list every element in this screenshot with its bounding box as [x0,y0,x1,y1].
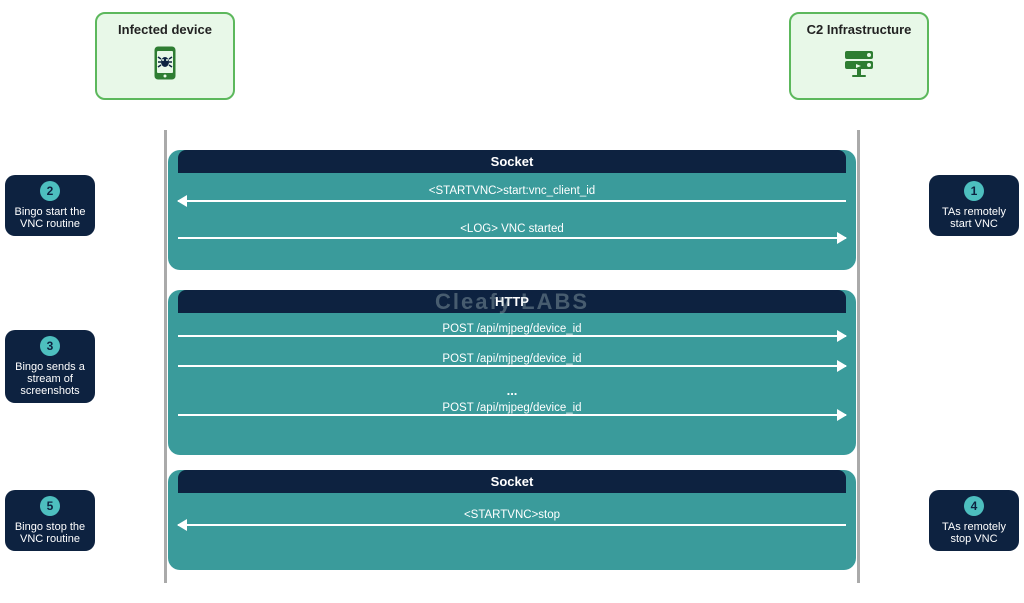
arrow-post-2: POST /api/mjpeg/device_id [178,353,846,379]
c2-infrastructure-title: C2 Infrastructure [801,22,917,37]
arrow-post-1: POST /api/mjpeg/device_id [178,323,846,349]
side-note-1-text: TAs remotely start VNC [937,206,1011,230]
post-1-label: POST /api/mjpeg/device_id [178,323,846,335]
side-note-3-text: Bingo sends a stream of screenshots [13,361,87,397]
side-note-3-num: 3 [40,336,60,356]
startvnc-stop-label: <STARTVNC>stop [178,509,846,521]
c2-infrastructure-box: C2 Infrastructure [789,12,929,100]
side-note-5: 5 Bingo stop the VNC routine [5,490,95,551]
right-vertical-line [857,130,860,583]
log-vnc-label: <LOG> VNC started [178,223,846,235]
arrow-startvnc-stop: <STARTVNC>stop [178,509,846,541]
infected-device-title: Infected device [107,22,223,37]
side-note-3: 3 Bingo sends a stream of screenshots [5,330,95,403]
arrow-startvnc-start: <STARTVNC>start:vnc_client_id [178,185,846,217]
c2-infrastructure-icon [801,43,917,90]
arrow-log-vnc: <LOG> VNC started [178,223,846,253]
post-2-label: POST /api/mjpeg/device_id [178,353,846,365]
ellipsis-label: ... [178,383,846,398]
http-block: HTTP POST /api/mjpeg/device_id POST /api… [168,290,856,455]
side-note-5-num: 5 [40,496,60,516]
side-note-2-num: 2 [40,181,60,201]
side-note-1-num: 1 [964,181,984,201]
side-note-5-text: Bingo stop the VNC routine [13,521,87,545]
arrow-post-3: POST /api/mjpeg/device_id [178,402,846,428]
startvnc-start-label: <STARTVNC>start:vnc_client_id [178,185,846,197]
left-vertical-line [164,130,167,583]
socket-block-2: Socket <STARTVNC>stop [168,470,856,570]
http-header: HTTP [178,290,846,313]
socket-block-1: Socket <STARTVNC>start:vnc_client_id <LO… [168,150,856,270]
socket-1-content: <STARTVNC>start:vnc_client_id <LOG> VNC … [168,173,856,269]
side-note-2: 2 Bingo start the VNC routine [5,175,95,236]
post-3-label: POST /api/mjpeg/device_id [178,402,846,414]
infected-device-icon [107,43,223,90]
socket-2-header: Socket [178,470,846,493]
socket-1-header: Socket [178,150,846,173]
side-note-1: 1 TAs remotely start VNC [929,175,1019,236]
socket-2-content: <STARTVNC>stop [168,493,856,561]
http-content: POST /api/mjpeg/device_id POST /api/mjpe… [168,313,856,442]
infected-device-box: Infected device [95,12,235,100]
side-note-4-num: 4 [964,496,984,516]
diagram-container: Infected device C2 Infrastructure [0,0,1024,603]
side-note-2-text: Bingo start the VNC routine [13,206,87,230]
side-note-4: 4 TAs remotely stop VNC [929,490,1019,551]
side-note-4-text: TAs remotely stop VNC [937,521,1011,545]
